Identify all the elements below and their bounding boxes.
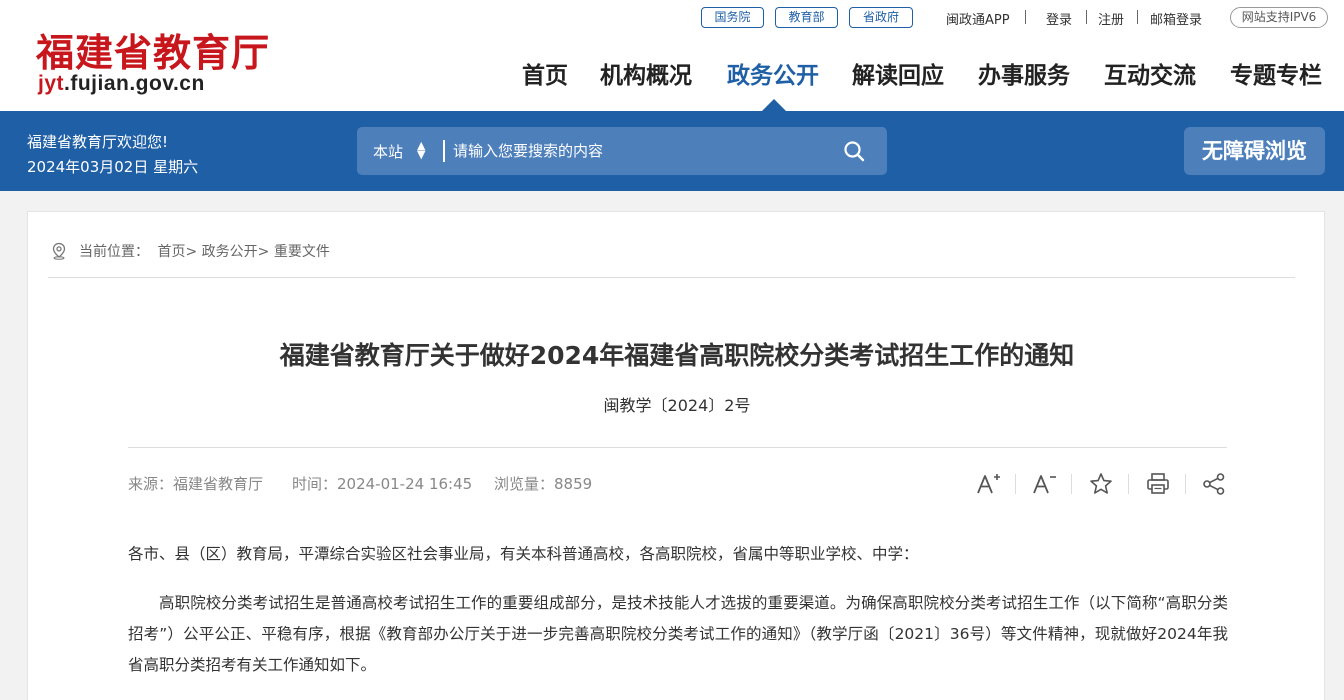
search-icon[interactable] <box>842 139 866 163</box>
nav-gov-affairs[interactable]: 政务公开 <box>727 56 819 90</box>
article-title: 福建省教育厅关于做好2024年福建省高职院校分类考试招生工作的通知 <box>279 341 1075 370</box>
document-number: 闽教学〔2024〕2号 <box>603 396 751 415</box>
top-separator <box>1137 10 1138 24</box>
link-state-council[interactable]: 国务院 <box>701 7 764 28</box>
welcome-search-bar: 福建省教育厅欢迎您! 2024年03月02日 星期六 本站 ▲▼ 无障碍浏览 <box>0 111 1344 191</box>
active-nav-indicator <box>762 99 786 111</box>
article-panel: 当前位置： 首页> 政务公开> 重要文件 福建省教育厅关于做好2024年福建省高… <box>27 211 1325 700</box>
link-minzhengtong-app[interactable]: 闽政通APP <box>946 9 1010 28</box>
search-scope-select[interactable]: 本站 <box>373 141 403 162</box>
link-ministry-education[interactable]: 教育部 <box>775 7 838 28</box>
nav-home[interactable]: 首页 <box>522 56 568 90</box>
search-box: 本站 ▲ ▼ <box>357 127 887 175</box>
site-header: 福建省教育厅 jyt.fujian.gov.cn 国务院 教育部 省政府 闽政通… <box>0 0 1344 111</box>
font-decrease-icon[interactable] <box>1031 471 1057 497</box>
star-icon[interactable] <box>1088 471 1114 497</box>
share-icon[interactable] <box>1201 471 1227 497</box>
article-time: 时间：2024-01-24 16:45 <box>292 475 473 493</box>
nav-organization[interactable]: 机构概况 <box>600 56 692 90</box>
breadcrumb-important-docs[interactable]: 重要文件 <box>274 244 330 260</box>
article-source: 来源：福建省教育厅 <box>128 475 264 493</box>
tool-separator <box>1071 474 1072 494</box>
breadcrumb-gov-affairs[interactable]: 政务公开> <box>202 244 270 260</box>
article-paragraph: 高职院校分类考试招生是普通高校考试招生工作的重要组成部分，是技术技能人才选拔的重… <box>128 594 1228 674</box>
tool-separator <box>1015 474 1016 494</box>
article-paragraph: 各市、县（区）教育局，平潭综合实验区社会事业局，有关本科普通高校，各高职院校，省… <box>128 545 919 563</box>
accessibility-button[interactable]: 无障碍浏览 <box>1184 127 1325 175</box>
register-link[interactable]: 注册 <box>1098 9 1124 28</box>
search-divider <box>443 140 445 162</box>
search-input[interactable] <box>453 136 833 166</box>
updown-arrows-icon[interactable]: ▲ ▼ <box>417 140 425 160</box>
tool-separator <box>1128 474 1129 494</box>
font-increase-icon[interactable] <box>975 471 1001 497</box>
top-separator <box>1025 10 1026 24</box>
divider <box>128 447 1227 448</box>
current-date: 2024年03月02日 星期六 <box>27 158 199 176</box>
nav-interpretation[interactable]: 解读回应 <box>852 56 944 90</box>
print-icon[interactable] <box>1145 471 1171 497</box>
divider <box>48 277 1295 278</box>
nav-services[interactable]: 办事服务 <box>978 56 1070 90</box>
link-provincial-gov[interactable]: 省政府 <box>849 7 913 28</box>
tool-separator <box>1185 474 1186 494</box>
top-separator <box>1086 10 1087 24</box>
ipv6-badge: 网站支持IPV6 <box>1230 7 1328 28</box>
mail-login-link[interactable]: 邮箱登录 <box>1150 9 1202 28</box>
nav-interaction[interactable]: 互动交流 <box>1104 56 1196 90</box>
location-pin-icon <box>52 242 66 260</box>
content-background: 当前位置： 首页> 政务公开> 重要文件 福建省教育厅关于做好2024年福建省高… <box>0 191 1344 700</box>
breadcrumb-home[interactable]: 首页> <box>157 244 197 260</box>
site-logo[interactable]: 福建省教育厅 <box>36 22 270 77</box>
welcome-text: 福建省教育厅欢迎您! <box>27 133 169 151</box>
article-views: 浏览量：8859 <box>494 475 593 493</box>
breadcrumb-prefix: 当前位置： <box>79 244 149 260</box>
nav-topics[interactable]: 专题专栏 <box>1230 56 1322 90</box>
login-link[interactable]: 登录 <box>1046 9 1072 28</box>
site-domain[interactable]: jyt.fujian.gov.cn <box>38 72 205 96</box>
